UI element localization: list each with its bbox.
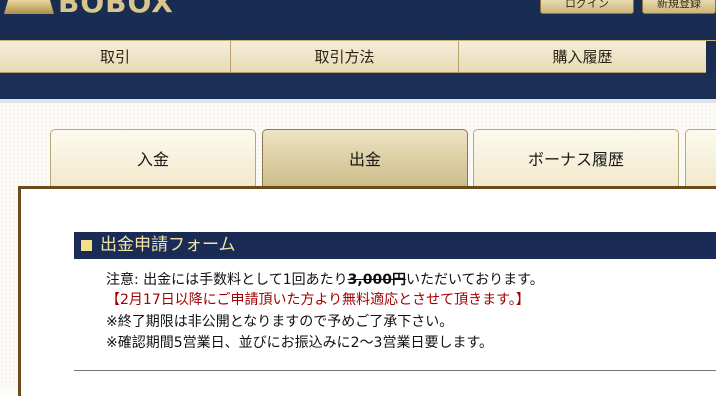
nav-item-purchase-history[interactable]: 購入履歴: [459, 41, 707, 73]
fee-notice-prefix: 注意: 出金には手数料として1回あたり: [106, 272, 348, 288]
header-band: [0, 73, 716, 99]
register-button[interactable]: 新規登録: [642, 0, 716, 14]
free-notice: 【2月17日以降にご申請頂いた方より無料適応とさせて頂きます。】: [106, 292, 530, 308]
main-nav: 取引 取引方法 購入履歴: [0, 40, 716, 73]
deadline-note: ※終了期限は非公開となりますので予めご了承下さい。: [106, 314, 454, 330]
nav-item-trade[interactable]: 取引: [0, 41, 231, 73]
form-divider: [74, 370, 716, 371]
login-button[interactable]: ログイン: [540, 0, 634, 14]
tab-deposit[interactable]: 入金: [50, 129, 256, 186]
nav-item-trade-method[interactable]: 取引方法: [231, 41, 459, 73]
processing-note: ※確認期間5営業日、並びにお振込みに2～3営業日要します。: [106, 335, 494, 351]
header-band-divider: [0, 99, 716, 103]
title-bullet-icon: [81, 240, 92, 251]
tab-more[interactable]: [685, 129, 716, 186]
form-title-bar: 出金申請フォーム: [74, 232, 716, 259]
fee-notice: 注意: 出金には手数料として1回あたり3,000円いただいております。: [106, 270, 544, 290]
site-header: BOBOX ログイン 新規登録: [0, 0, 716, 40]
fee-notice-suffix: いただいております。: [405, 272, 544, 288]
tab-bonus-history[interactable]: ボーナス履歴: [473, 129, 679, 186]
nav-end-cap: [706, 41, 716, 73]
form-title: 出金申請フォーム: [100, 235, 236, 255]
tab-withdraw[interactable]: 出金: [262, 129, 468, 186]
site-logo[interactable]: BOBOX: [58, 0, 174, 19]
fee-amount: 3,000円: [347, 272, 406, 288]
logo-icon: [4, 0, 54, 14]
